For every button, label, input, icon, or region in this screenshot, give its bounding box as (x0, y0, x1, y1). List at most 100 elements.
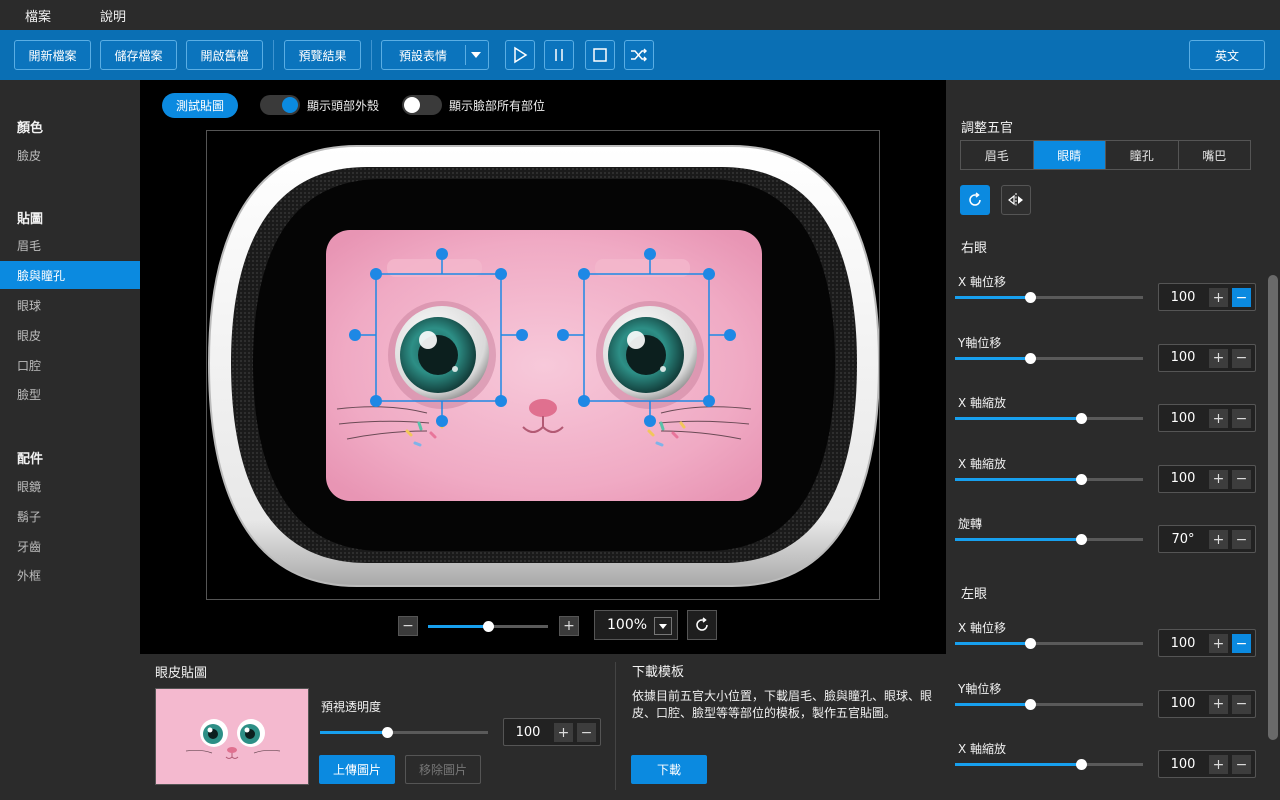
tab-mouth[interactable]: 嘴巴 (1178, 141, 1250, 169)
stop-button[interactable] (585, 40, 615, 70)
zoom-out-button[interactable]: − (398, 616, 418, 636)
sidebar-item-mouth[interactable]: 口腔 (0, 351, 140, 379)
param-stepper[interactable]: 100 + − (1158, 750, 1256, 778)
increment-button[interactable]: + (1209, 348, 1228, 368)
param-slider[interactable] (955, 413, 1143, 424)
param-stepper[interactable]: 100 + − (1158, 404, 1256, 432)
slider-thumb[interactable] (1075, 759, 1087, 770)
increment-button[interactable]: + (554, 723, 573, 742)
param-stepper[interactable]: 100 + − (1158, 689, 1256, 718)
slider-thumb[interactable] (1025, 292, 1037, 303)
param-slider[interactable] (955, 352, 1143, 364)
increment-button[interactable]: + (1209, 469, 1228, 489)
canvas-stage[interactable] (206, 130, 880, 600)
sidebar-item-eyeball[interactable]: 眼球 (0, 291, 140, 319)
param-value[interactable]: 70° (1159, 526, 1207, 552)
sidebar-item-face-shape[interactable]: 臉型 (0, 380, 140, 408)
param-value[interactable]: 100 (1159, 405, 1207, 431)
toggle-head-shell[interactable] (260, 95, 300, 115)
toggle-all-face-parts[interactable] (402, 95, 442, 115)
decrement-button[interactable]: − (1232, 409, 1251, 428)
slider-thumb[interactable] (483, 621, 494, 632)
param-value[interactable]: 100 (1159, 345, 1207, 371)
param-value[interactable]: 100 (1159, 630, 1207, 656)
decrement-button[interactable]: − (1232, 530, 1251, 549)
increment-button[interactable]: + (1209, 694, 1228, 714)
opacity-slider[interactable] (320, 727, 488, 738)
save-file-button[interactable]: 儲存檔案 (100, 40, 177, 70)
remove-image-button[interactable]: 移除圖片 (405, 755, 481, 784)
param-value[interactable]: 100 (1159, 691, 1207, 717)
opacity-stepper[interactable]: 100 + − (503, 718, 601, 746)
tab-pupil[interactable]: 瞳孔 (1106, 141, 1179, 169)
param-slider[interactable] (955, 698, 1143, 710)
slider-thumb[interactable] (1075, 413, 1087, 424)
increment-button[interactable]: + (1209, 530, 1228, 549)
param-value[interactable]: 100 (1159, 284, 1207, 310)
param-slider[interactable] (955, 473, 1143, 485)
param-stepper[interactable]: 100 + − (1158, 629, 1256, 657)
param-stepper[interactable]: 100 + − (1158, 283, 1256, 311)
decrement-button[interactable]: − (577, 723, 596, 742)
shuffle-button[interactable] (624, 40, 654, 70)
param-label: Y軸位移 (958, 681, 1002, 696)
increment-button[interactable]: + (1209, 288, 1228, 307)
open-file-button[interactable]: 開啟舊檔 (186, 40, 263, 70)
sidebar-item-frame[interactable]: 外框 (0, 561, 140, 589)
scrollbar-thumb[interactable] (1268, 275, 1278, 740)
slider-thumb[interactable] (1075, 473, 1087, 485)
slider-thumb[interactable] (382, 727, 394, 738)
preview-button[interactable]: 預覽結果 (284, 40, 361, 70)
sidebar-item-eyelid[interactable]: 眼皮 (0, 321, 140, 349)
slider-thumb[interactable] (1025, 698, 1037, 710)
param-label: Y軸位移 (958, 335, 1002, 350)
rotate-button[interactable] (960, 185, 990, 215)
sidebar-item-eyebrow[interactable]: 眉毛 (0, 231, 140, 259)
param-value[interactable]: 100 (1159, 466, 1207, 492)
sidebar-item-beard[interactable]: 鬍子 (0, 502, 140, 530)
upload-image-button[interactable]: 上傳圖片 (319, 755, 395, 784)
new-file-button[interactable]: 開新檔案 (14, 40, 91, 70)
sidebar-item-face-skin[interactable]: 臉皮 (0, 141, 140, 169)
decrement-button[interactable]: − (1232, 348, 1251, 368)
slider-thumb[interactable] (1075, 534, 1087, 545)
increment-button[interactable]: + (1209, 755, 1228, 774)
decrement-button[interactable]: − (1232, 694, 1251, 714)
slider-thumb[interactable] (1025, 352, 1037, 364)
sidebar-item-face-pupil[interactable]: 臉與瞳孔 (0, 261, 140, 289)
test-sticker-button[interactable]: 測試貼圖 (162, 93, 238, 118)
param-slider[interactable] (955, 638, 1143, 649)
param-value[interactable]: 100 (1159, 751, 1207, 777)
reset-zoom-button[interactable] (687, 610, 717, 640)
zoom-select[interactable]: 100% (594, 610, 678, 640)
increment-button[interactable]: + (1209, 634, 1228, 653)
decrement-button[interactable]: − (1232, 755, 1251, 774)
chevron-down-icon[interactable] (654, 617, 672, 635)
tab-eyes[interactable]: 眼睛 (1033, 141, 1106, 169)
param-slider[interactable] (955, 292, 1143, 303)
param-slider[interactable] (955, 759, 1143, 770)
menu-help[interactable]: 說明 (75, 6, 150, 25)
flip-button[interactable] (1001, 185, 1031, 215)
language-button[interactable]: 英文 (1189, 40, 1265, 70)
play-button[interactable] (505, 40, 535, 70)
decrement-button[interactable]: − (1232, 288, 1251, 307)
sidebar-item-glasses[interactable]: 眼鏡 (0, 472, 140, 500)
param-slider[interactable] (955, 534, 1143, 545)
sidebar-item-teeth[interactable]: 牙齒 (0, 532, 140, 560)
download-button[interactable]: 下載 (631, 755, 707, 784)
opacity-value[interactable]: 100 (504, 719, 552, 745)
menu-file[interactable]: 檔案 (0, 6, 75, 25)
decrement-button[interactable]: − (1232, 469, 1251, 489)
pause-button[interactable] (544, 40, 574, 70)
slider-thumb[interactable] (1025, 638, 1037, 649)
preset-expression-dropdown[interactable]: 預設表情 (381, 40, 489, 70)
param-stepper[interactable]: 100 + − (1158, 464, 1256, 493)
tab-eyebrow[interactable]: 眉毛 (961, 141, 1034, 169)
zoom-slider[interactable] (428, 621, 548, 632)
param-stepper[interactable]: 100 + − (1158, 343, 1256, 372)
param-stepper[interactable]: 70° + − (1158, 525, 1256, 553)
zoom-in-button[interactable]: + (559, 616, 579, 636)
decrement-button[interactable]: − (1232, 634, 1251, 653)
increment-button[interactable]: + (1209, 409, 1228, 428)
